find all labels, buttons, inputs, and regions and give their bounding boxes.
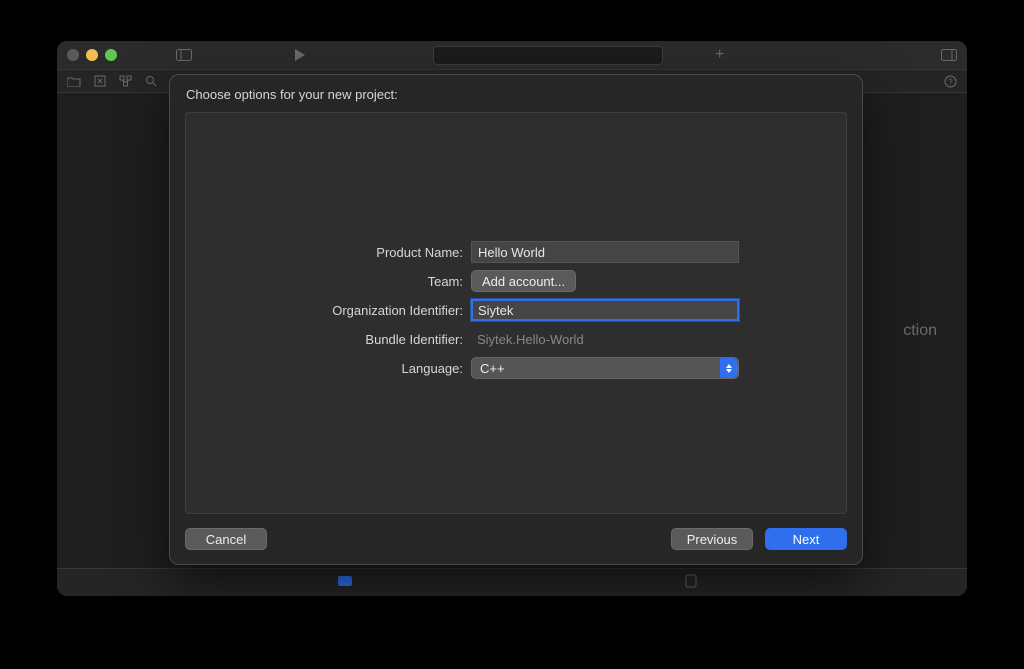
run-icon[interactable] [294,48,306,62]
language-popup[interactable]: C++ [471,357,739,379]
search-icon[interactable] [145,75,157,87]
product-name-label: Product Name: [186,245,471,260]
bottom-bar [57,568,967,596]
filter-icon[interactable] [337,575,353,590]
zoom-window-button[interactable] [105,49,117,61]
organization-identifier-input[interactable] [471,299,739,321]
device-icon[interactable] [685,574,697,591]
sheet-footer: Cancel Previous Next [170,514,862,564]
library-toggle-icon[interactable] [941,49,957,61]
previous-button[interactable]: Previous [671,528,753,550]
sheet-title: Choose options for your new project: [170,75,862,112]
add-target-icon[interactable]: + [715,46,724,64]
minimize-window-button[interactable] [86,49,98,61]
popup-stepper-icon [720,358,738,378]
sheet-form-area: Product Name: Team: Add account... Organ… [185,112,847,514]
window-controls [67,49,117,61]
add-account-button[interactable]: Add account... [471,270,576,292]
no-selection-label: ction [903,322,937,340]
titlebar: + [57,41,967,69]
next-button[interactable]: Next [765,528,847,550]
sidebar-toggle-icon[interactable] [176,49,192,61]
cancel-button[interactable]: Cancel [185,528,267,550]
bundle-identifier-label: Bundle Identifier: [186,332,471,347]
org-identifier-label: Organization Identifier: [186,303,471,318]
scheme-activity-field[interactable] [433,46,663,65]
help-icon[interactable]: ? [944,75,957,88]
source-control-icon[interactable] [94,75,106,87]
new-project-options-sheet: Choose options for your new project: Pro… [169,74,863,565]
folder-icon[interactable] [67,76,81,87]
product-name-input[interactable] [471,241,739,263]
bundle-identifier-value: Siytek.Hello-World [471,328,846,350]
language-label: Language: [186,361,471,376]
svg-text:?: ? [948,77,953,86]
language-value: C++ [480,361,505,376]
close-window-button[interactable] [67,49,79,61]
team-label: Team: [186,274,471,289]
symbol-nav-icon[interactable] [119,75,132,87]
